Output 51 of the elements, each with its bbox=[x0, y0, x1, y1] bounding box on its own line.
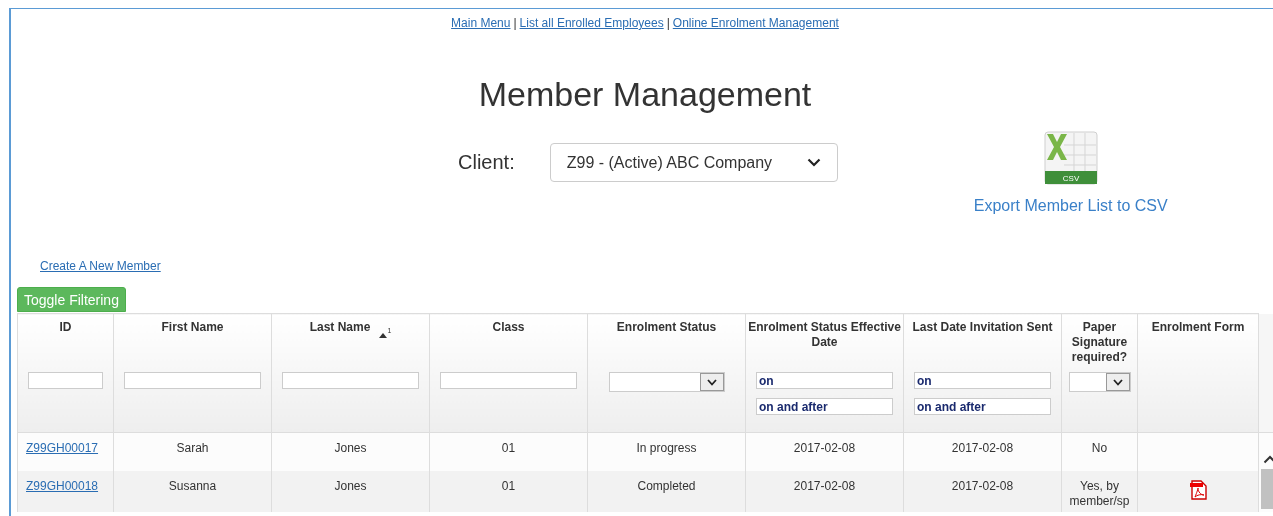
column-header[interactable]: Last Name bbox=[309, 320, 371, 335]
table-cell: Jones bbox=[334, 479, 367, 494]
pdf-icon[interactable] bbox=[1189, 480, 1207, 501]
member-id-link[interactable]: Z99GH00018 bbox=[26, 479, 99, 494]
column-header[interactable]: Enrolment Form bbox=[1151, 320, 1245, 335]
separator: | bbox=[666, 16, 670, 30]
filter-field[interactable] bbox=[282, 372, 419, 389]
column-header[interactable]: Enrolment Status bbox=[616, 320, 717, 335]
spreadsheet-icon[interactable]: CSV bbox=[1043, 131, 1098, 185]
table-cell: Susanna bbox=[168, 479, 217, 494]
chevron-down-icon bbox=[1112, 378, 1123, 386]
nav-link[interactable]: List all Enrolled Employees bbox=[519, 16, 664, 30]
client-label: Client: bbox=[458, 151, 515, 174]
table-cell: 01 bbox=[501, 479, 516, 494]
filter-field[interactable] bbox=[124, 372, 261, 389]
column-header[interactable]: First Name bbox=[161, 320, 224, 335]
date-filter-field[interactable]: on bbox=[914, 372, 1051, 389]
separator: | bbox=[513, 16, 517, 30]
filter-dropdown[interactable] bbox=[1068, 372, 1131, 392]
table-cell-text: Yes, by member/sp bbox=[1068, 479, 1131, 510]
export-link[interactable]: Export Member List to CSV bbox=[973, 197, 1168, 215]
client-dropdown[interactable]: Z99 - (Active) ABC Company bbox=[549, 143, 838, 182]
table-cell: 2017-02-08 bbox=[793, 441, 856, 455]
scroll-thumb[interactable] bbox=[1261, 469, 1273, 509]
filter-field[interactable] bbox=[440, 372, 577, 389]
member-id-link[interactable]: Z99GH00017 bbox=[26, 441, 99, 455]
table-cell: Sarah bbox=[176, 441, 209, 455]
table-cell: In progress bbox=[636, 441, 697, 455]
date-filter-field[interactable]: on bbox=[756, 372, 893, 389]
page-title: Member Management bbox=[477, 74, 813, 114]
column-header[interactable]: Class bbox=[492, 320, 525, 335]
chevron-down-icon bbox=[706, 378, 717, 386]
table-cell: 2017-02-08 bbox=[951, 441, 1014, 455]
table-cell: Completed bbox=[637, 479, 696, 494]
scroll-up-icon[interactable] bbox=[1262, 455, 1273, 464]
nav-link[interactable]: Main Menu bbox=[451, 16, 511, 30]
table-cell: 2017-02-08 bbox=[951, 479, 1014, 494]
filter-field[interactable] bbox=[28, 372, 103, 389]
column-header[interactable]: Last Date Invitation Sent bbox=[912, 320, 1053, 335]
table-cell: 2017-02-08 bbox=[793, 479, 856, 494]
date-filter-field[interactable]: on and after bbox=[756, 398, 893, 415]
filter-dropdown[interactable] bbox=[608, 372, 725, 392]
nav-link[interactable]: Online Enrolment Management bbox=[672, 16, 839, 30]
chevron-down-icon bbox=[806, 158, 821, 167]
create-member-link[interactable]: Create A New Member bbox=[40, 259, 161, 273]
table-cell: Jones bbox=[334, 441, 367, 455]
table-cell: 01 bbox=[501, 441, 516, 455]
table-cell: No bbox=[1091, 441, 1108, 456]
column-header[interactable]: Enrolment Status Effective Date bbox=[748, 320, 901, 350]
date-filter-field[interactable]: on and after bbox=[914, 398, 1051, 415]
column-header[interactable]: ID bbox=[59, 320, 72, 335]
